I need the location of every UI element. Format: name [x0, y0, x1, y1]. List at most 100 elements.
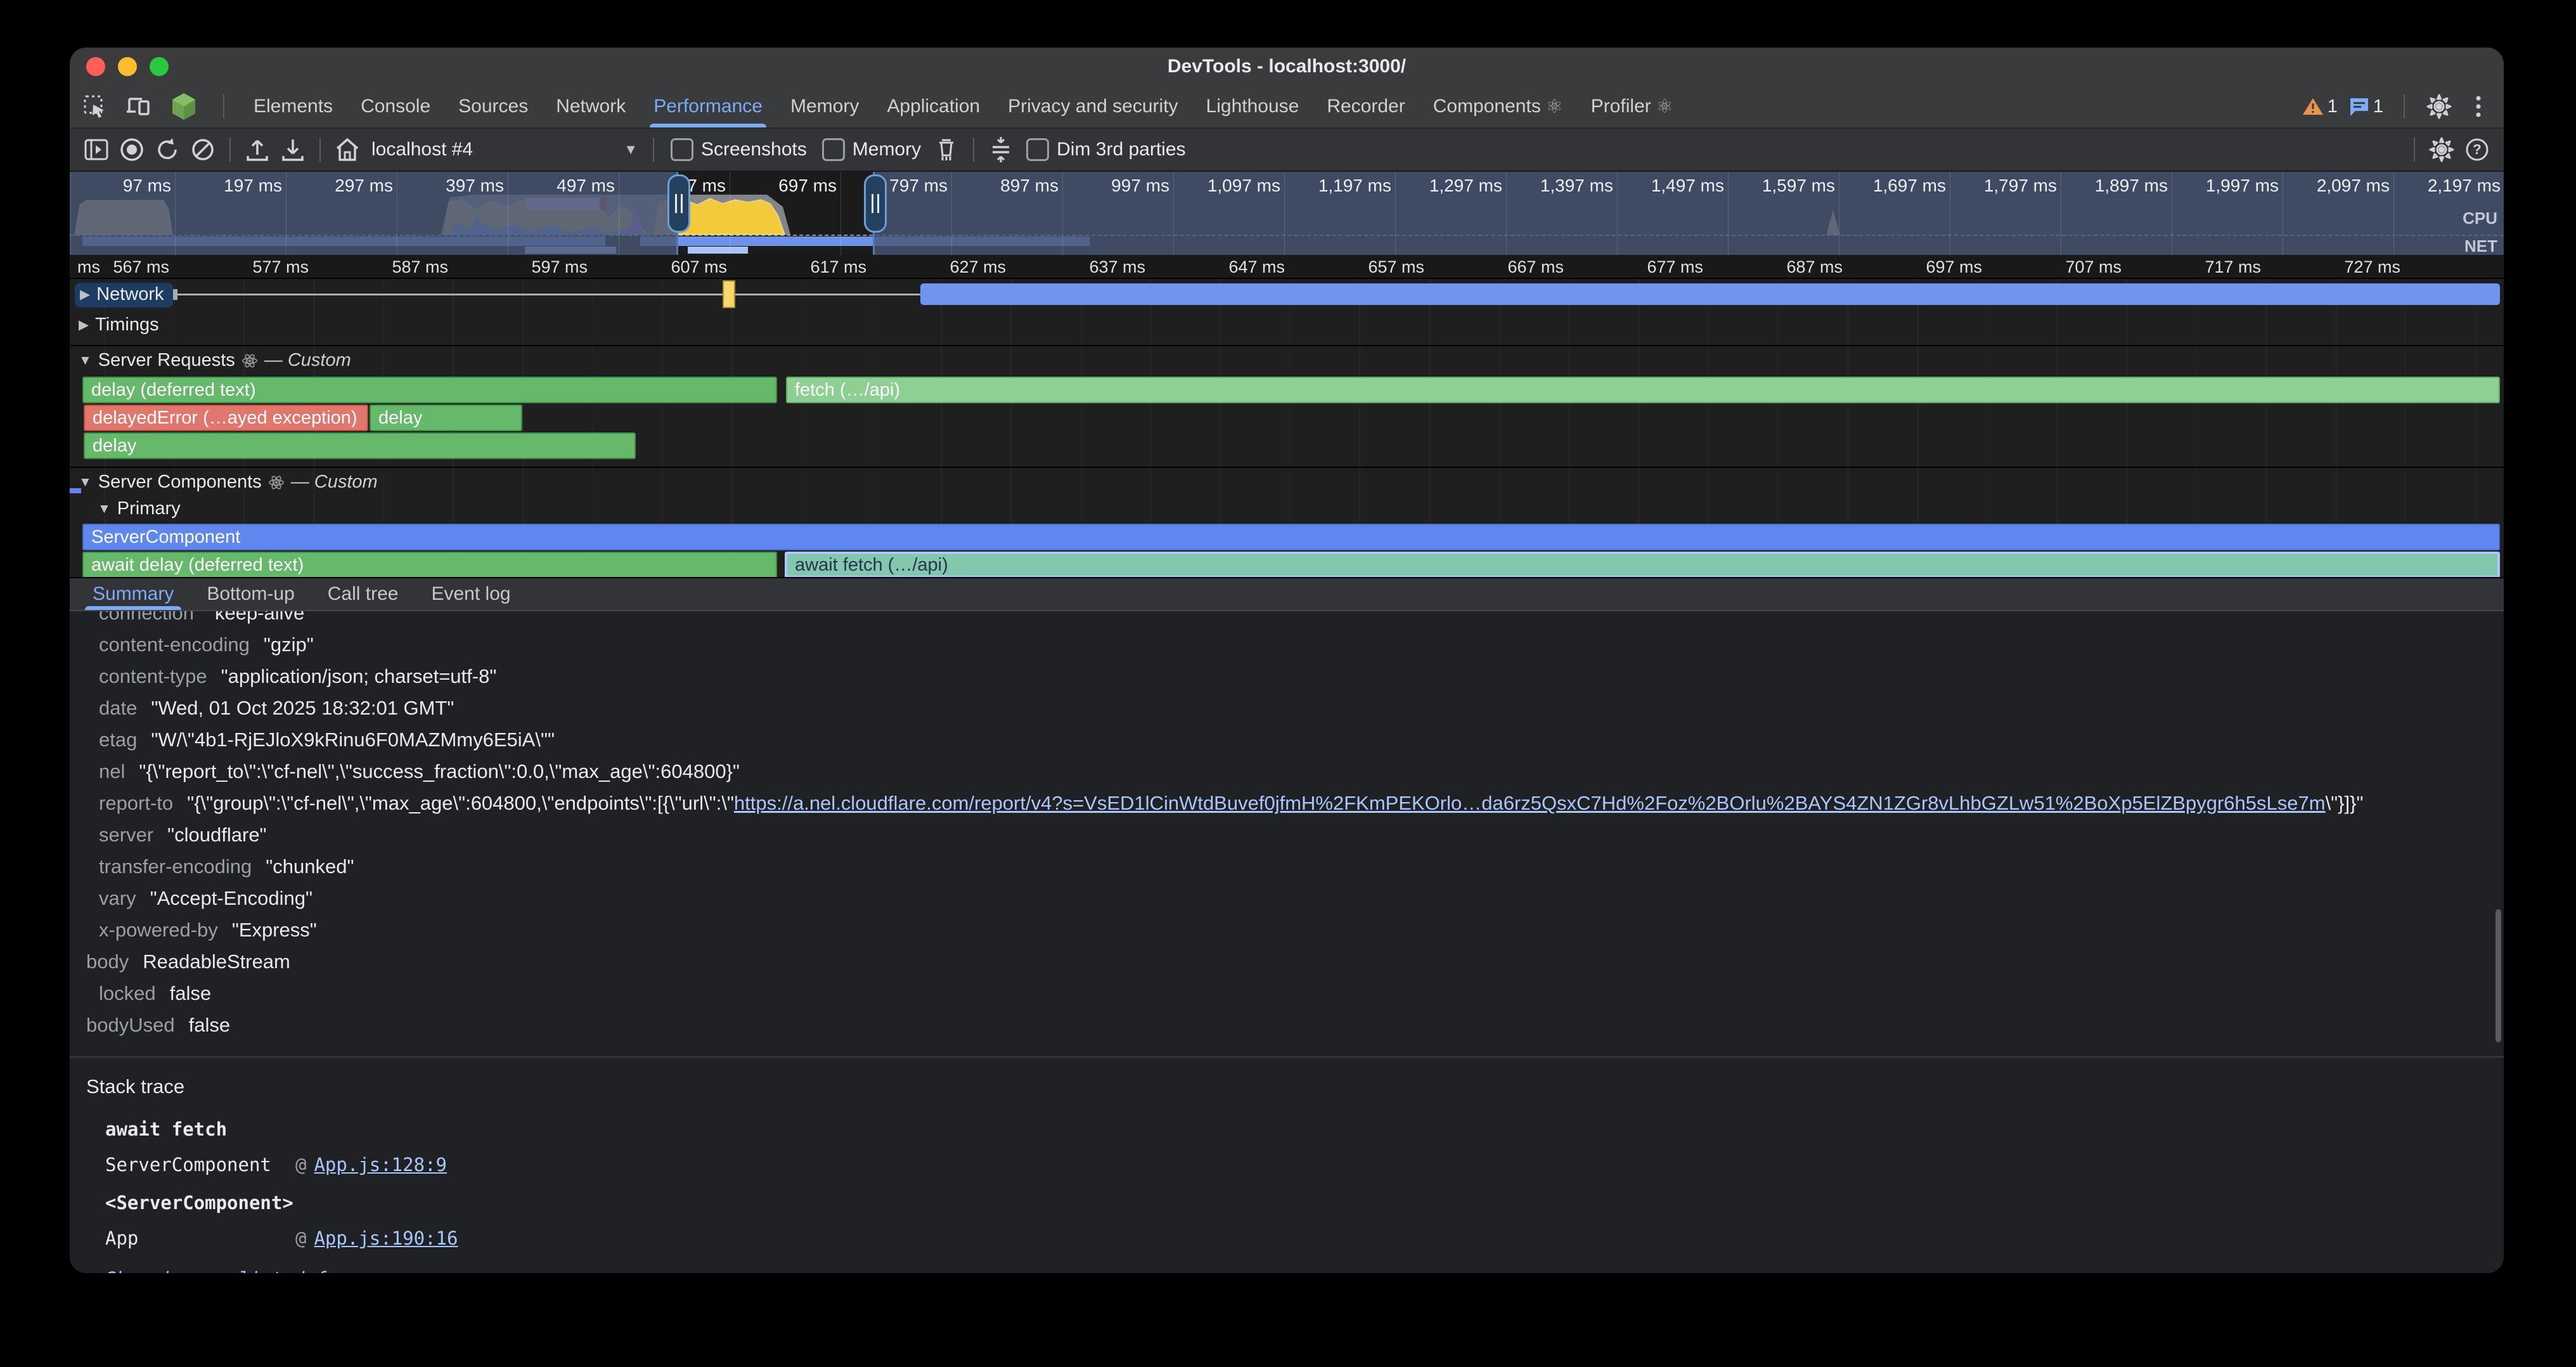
- overview-tick-label: 1,497 ms: [1651, 176, 1724, 196]
- stack-frame-row: App @ App.js:190:16: [70, 1214, 2504, 1249]
- network-request-whisker: [174, 294, 920, 295]
- save-profile-icon[interactable]: [279, 136, 307, 164]
- timeline-event-bar[interactable]: await fetch (…/api): [785, 552, 2500, 577]
- devtools-tab[interactable]: Privacy and security: [994, 86, 1192, 127]
- devtools-tab[interactable]: Elements: [240, 86, 347, 127]
- devtools-tab[interactable]: Profiler⚛: [1577, 86, 1687, 127]
- stack-frame-header: await fetch: [70, 1102, 2504, 1140]
- header-row: bodyUsedfalse: [70, 1009, 2504, 1041]
- toggle-device-toolbar-icon[interactable]: [126, 93, 153, 120]
- timeline-event-bar[interactable]: delay: [370, 405, 522, 431]
- source-location-link[interactable]: App.js:190:16: [314, 1228, 458, 1249]
- ruler-tick-label: 677 ms: [1647, 257, 1703, 277]
- show-ignore-listed-frames-link[interactable]: Show ignore-listed frames: [105, 1268, 382, 1273]
- compress-tracks-icon[interactable]: [987, 136, 1015, 164]
- track-label-server-requests[interactable]: ▼ Server Requests — Custom: [79, 350, 351, 371]
- overview-tick-label: 1,797 ms: [1984, 176, 2057, 196]
- close-window-button[interactable]: [86, 57, 105, 76]
- overview-tick-label: 2,097 ms: [2317, 176, 2390, 196]
- header-row: content-type"application/json; charset=u…: [70, 661, 2504, 692]
- devtools-tab[interactable]: Application: [873, 86, 994, 127]
- network-long-task-marker[interactable]: [723, 280, 735, 308]
- overview-tick-label: 1,897 ms: [2095, 176, 2168, 196]
- overview-tick-label: 1,997 ms: [2206, 176, 2279, 196]
- selection-handle-left[interactable]: [667, 174, 690, 233]
- timeline-event-bar[interactable]: fetch (…/api): [786, 377, 2500, 403]
- collapse-triangle-icon[interactable]: ▼: [79, 475, 92, 490]
- overview-tick-label: 197 ms: [224, 176, 282, 196]
- ruler-tick-label: 717 ms: [2205, 257, 2261, 277]
- devtools-tabbar: ElementsConsoleSourcesNetworkPerformance…: [70, 86, 2504, 129]
- collect-garbage-icon[interactable]: [932, 136, 960, 164]
- track-label-server-components[interactable]: ▼ Server Components — Custom: [79, 472, 378, 493]
- server-components-row2: await delay (deferred text) await fetch (…: [70, 552, 2504, 577]
- devtools-tab[interactable]: Recorder: [1313, 86, 1419, 127]
- devtools-tab[interactable]: Lighthouse: [1192, 86, 1313, 127]
- collapse-triangle-icon[interactable]: ▼: [79, 353, 92, 368]
- expand-triangle-icon[interactable]: ▶: [79, 317, 89, 333]
- timeline-event-bar[interactable]: delay: [84, 432, 636, 459]
- load-profile-icon[interactable]: [243, 136, 271, 164]
- minimize-window-button[interactable]: [118, 57, 137, 76]
- history-dropdown[interactable]: localhost #4 ▼: [371, 139, 638, 160]
- devtools-tab[interactable]: Components⚛: [1419, 86, 1577, 127]
- details-tab[interactable]: Call tree: [314, 578, 413, 610]
- capture-settings-gear-icon[interactable]: [2428, 136, 2456, 164]
- node-icon[interactable]: [170, 93, 198, 120]
- details-tab[interactable]: Bottom-up: [193, 578, 308, 610]
- details-tab[interactable]: Summary: [79, 578, 188, 610]
- header-row: date"Wed, 01 Oct 2025 18:32:01 GMT": [70, 692, 2504, 724]
- chevron-down-icon: ▼: [624, 141, 638, 158]
- record-icon[interactable]: [118, 136, 146, 164]
- overview-tick-label: 997 ms: [1111, 176, 1169, 196]
- devtools-tab[interactable]: Memory: [776, 86, 873, 127]
- inspect-element-icon[interactable]: [81, 93, 109, 120]
- screenshots-checkbox[interactable]: Screenshots: [671, 138, 807, 161]
- summary-pane[interactable]: connection"keep-alive" content-encoding"…: [70, 611, 2504, 1273]
- track-label-network[interactable]: ▶ Network: [75, 283, 173, 308]
- expand-triangle-icon[interactable]: ▶: [80, 287, 90, 302]
- clear-icon[interactable]: [189, 136, 217, 164]
- settings-gear-icon[interactable]: [2425, 93, 2453, 120]
- collapse-triangle-icon[interactable]: ▼: [98, 502, 111, 517]
- details-tab[interactable]: Event log: [417, 578, 524, 610]
- details-scrollbar-thumb[interactable]: [2496, 909, 2501, 1042]
- timeline-tracks[interactable]: ▶ Network ▶ Timings ▼ Server Requests — …: [70, 279, 2504, 577]
- ruler-tick-label: 617 ms: [810, 257, 866, 277]
- ruler-tick-label: 667 ms: [1507, 257, 1564, 277]
- devtools-tab[interactable]: Performance: [640, 86, 776, 127]
- ruler-tick-label: 727 ms: [2344, 257, 2400, 277]
- performance-toolbar: localhost #4 ▼ Screenshots Memory Dim 3r…: [70, 129, 2504, 172]
- devtools-tab[interactable]: Sources: [444, 86, 542, 127]
- issues-badge[interactable]: 1: [2349, 96, 2383, 117]
- timeline-event-bar[interactable]: ServerComponent: [82, 524, 2500, 550]
- extension-atom-icon: [268, 474, 285, 491]
- overview-tick-label: 97 ms: [123, 176, 171, 196]
- help-icon[interactable]: ?: [2463, 136, 2491, 164]
- checkbox-box: [1026, 138, 1049, 161]
- track-label-primary[interactable]: ▼ Primary: [98, 498, 181, 519]
- timeline-event-bar[interactable]: delay (deferred text): [82, 377, 777, 403]
- report-endpoint-link[interactable]: https://a.nel.cloudflare.com/report/v4?s…: [734, 792, 2326, 814]
- source-location-link[interactable]: App.js:128:9: [314, 1154, 447, 1176]
- memory-checkbox[interactable]: Memory: [822, 138, 921, 161]
- timeline-event-bar[interactable]: delayedError (…ayed exception): [84, 405, 368, 431]
- timeline-overview[interactable]: 97 ms197 ms297 ms397 ms497 ms597 ms697 m…: [70, 172, 2504, 255]
- record-and-reload-icon[interactable]: [153, 136, 181, 164]
- warnings-badge[interactable]: 1: [2302, 96, 2338, 117]
- detail-time-ruler[interactable]: ms567 ms577 ms587 ms597 ms607 ms617 ms62…: [70, 255, 2504, 279]
- live-metrics-home-icon[interactable]: [333, 136, 361, 164]
- ruler-tick-label: 697 ms: [1926, 257, 1982, 277]
- track-label-timings[interactable]: ▶ Timings: [79, 314, 159, 335]
- devtools-tab[interactable]: Network: [542, 86, 640, 127]
- ruler-tick-label: 627 ms: [950, 257, 1006, 277]
- sidebar-toggle-icon[interactable]: [82, 136, 110, 164]
- kebab-menu-icon[interactable]: [2464, 93, 2492, 120]
- dim-3rd-parties-checkbox[interactable]: Dim 3rd parties: [1026, 138, 1185, 161]
- timeline-event-bar[interactable]: await delay (deferred text): [82, 552, 777, 577]
- network-request-bar[interactable]: [920, 283, 2500, 305]
- selection-handle-right[interactable]: [864, 174, 887, 233]
- server-components-row1: ServerComponent: [70, 524, 2504, 550]
- zoom-window-button[interactable]: [150, 57, 169, 76]
- devtools-tab[interactable]: Console: [347, 86, 444, 127]
